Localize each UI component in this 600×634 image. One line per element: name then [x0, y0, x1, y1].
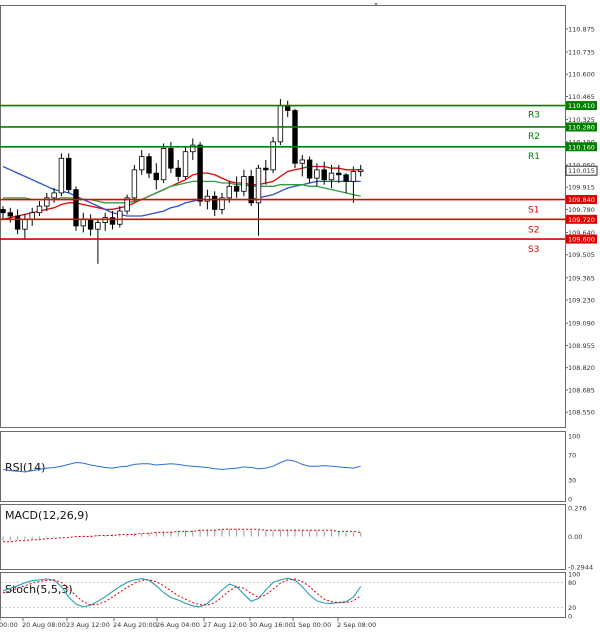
stoch-tick-label: 80: [568, 579, 576, 587]
candle-body: [336, 172, 342, 176]
candle-body: [73, 189, 79, 227]
candle-body: [168, 148, 174, 169]
candle-body: [314, 169, 320, 179]
candle-body: [204, 195, 211, 202]
price-tick-label: 108.685: [568, 386, 595, 394]
candle-body: [226, 185, 232, 199]
candle-body: [117, 210, 123, 225]
candle-body: [175, 167, 181, 177]
candle-body: [0, 209, 6, 214]
time-tick-label: 27 Aug 12:00: [203, 621, 247, 629]
price-tick-label: 108.955: [568, 342, 595, 350]
rsi-tick-label: 100: [568, 433, 580, 441]
candle-body: [299, 159, 305, 164]
candle-body: [22, 218, 28, 230]
price-tick-label: 109.090: [568, 320, 595, 328]
time-tick-label: 30 Aug 16:00: [249, 621, 293, 629]
rsi-tick-label: 30: [568, 477, 576, 485]
level-price-label: 109.720: [568, 216, 595, 224]
level-name-r1: R1: [528, 152, 540, 162]
current-price: 110.015: [565, 165, 598, 176]
price-tick-label: 110.735: [568, 48, 595, 56]
candle-body: [14, 215, 21, 230]
candle-body: [36, 205, 43, 214]
candle-body: [95, 222, 101, 230]
level-name-s3: S3: [528, 245, 539, 255]
candle-body: [197, 144, 203, 202]
time-tick-label: 24 Aug 20:00: [113, 621, 157, 629]
candle-body: [160, 148, 167, 181]
price-tick-label: 109.780: [568, 206, 595, 214]
level-price-label: 110.410: [568, 102, 595, 110]
price-tick-label: 109.505: [568, 251, 595, 259]
candle-body: [131, 169, 138, 199]
candle-body: [292, 110, 298, 164]
candle-body: [241, 176, 247, 192]
price-tick-label: 110.875: [568, 25, 595, 33]
time-tick-label: 00:00: [0, 621, 18, 629]
candle-body: [277, 105, 284, 143]
time-tick-label: 2 Sep 08:00: [337, 621, 376, 629]
candle-body: [7, 212, 13, 217]
price-tick-label: 108.820: [568, 364, 595, 372]
price-tick-label: 108.550: [568, 409, 595, 417]
candle-body: [102, 217, 108, 223]
candle-body: [66, 157, 72, 191]
time-tick-label: 23 Aug 12:00: [66, 621, 110, 629]
level-price-label: 109.840: [568, 196, 595, 204]
time-tick-label: 1 Sep 00:00: [292, 621, 331, 629]
candle-body: [182, 151, 189, 177]
level-name-s1: S1: [528, 206, 539, 216]
price-tick-label: 109.915: [568, 184, 595, 192]
level-price-label: 110.160: [568, 143, 595, 151]
candle-body: [146, 156, 152, 174]
stoch-tick-label: 0: [568, 613, 572, 621]
level-price-label: 109.600: [568, 236, 595, 244]
candle-body: [357, 169, 364, 172]
stoch-tick-label: 20: [568, 604, 576, 612]
candle-body: [58, 157, 65, 194]
current-price-label: 110.015: [568, 167, 595, 175]
price-tick-label: 110.600: [568, 71, 595, 79]
candle-body: [343, 174, 349, 182]
candle-body: [80, 218, 86, 227]
price-tick-label: 110.465: [568, 93, 595, 101]
macd-label: MACD(12,26,9): [5, 509, 89, 522]
rsi-tick-label: 0: [568, 496, 572, 504]
stoch-tick-label: 100: [568, 571, 580, 579]
rsi-tick-label: 70: [568, 451, 576, 459]
macd-tick-label: 0.00: [568, 533, 582, 541]
candle-body: [153, 172, 159, 181]
candle-body: [255, 167, 262, 204]
candle-body: [29, 212, 35, 220]
price-chart: 110.875110.735110.600110.465110.325110.1…: [0, 0, 600, 634]
candle-body: [306, 159, 313, 179]
candle-body: [350, 171, 357, 182]
level-name-r2: R2: [528, 132, 540, 142]
candle-body: [321, 169, 327, 181]
candle-body: [87, 218, 94, 230]
macd-tick-label: 0.276: [568, 505, 587, 513]
price-tick-label: 109.365: [568, 274, 595, 282]
time-tick-label: 20 Aug 08:00: [22, 621, 66, 629]
candle-body: [233, 185, 240, 192]
level-price-label: 110.280: [568, 123, 595, 131]
candle-body: [328, 172, 335, 181]
candle-body: [138, 156, 145, 171]
chart-background: [0, 0, 600, 634]
candle-body: [263, 167, 269, 171]
price-tick-label: 109.230: [568, 297, 595, 305]
candle-body: [211, 195, 218, 210]
level-name-r3: R3: [528, 111, 540, 121]
candle-body: [51, 192, 57, 199]
level-name-s2: S2: [528, 225, 539, 235]
time-tick-label: 26 Aug 04:00: [156, 621, 200, 629]
